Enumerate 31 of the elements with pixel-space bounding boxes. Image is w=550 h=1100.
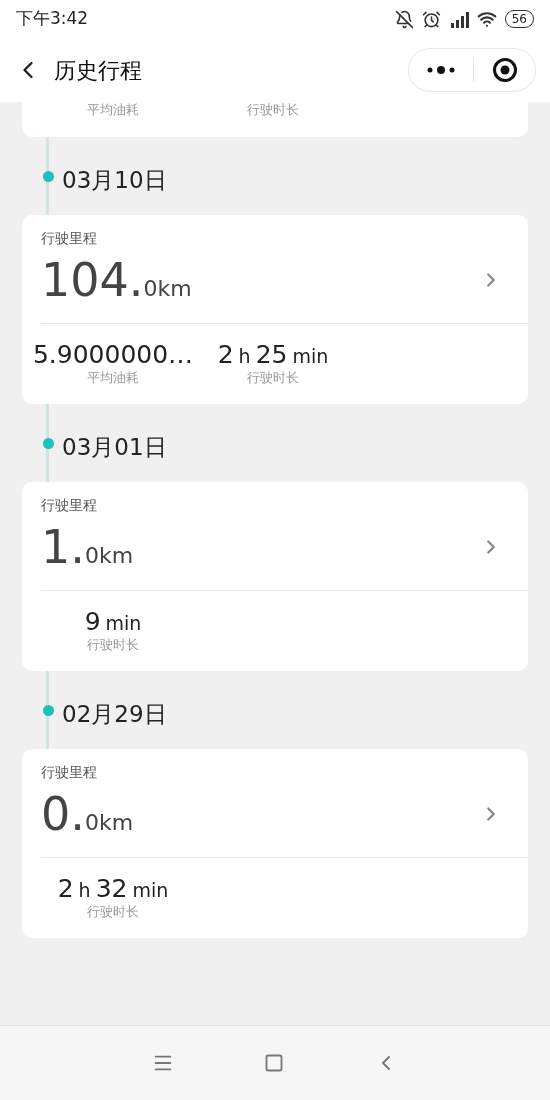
- stat-label: 行驶时长: [87, 638, 139, 651]
- alarm-clock-icon: [421, 9, 441, 29]
- distance-value: 104.0km: [41, 257, 192, 303]
- status-time: 下午3:42: [16, 7, 89, 31]
- stat-value: 2 h 32 min: [57, 876, 169, 901]
- distance-label: 行驶里程: [41, 765, 97, 779]
- stat-label: 行驶时长: [87, 905, 139, 918]
- distance-label: 行驶里程: [41, 231, 97, 245]
- trip-date: 02月29日: [62, 702, 167, 726]
- trip-card[interactable]: 行驶里程 1.0km 9 min 行驶时长: [22, 482, 528, 671]
- stat-value: 2 h 25 min: [217, 342, 329, 367]
- stat-label: 行驶时长: [247, 371, 299, 384]
- trip-date: 03月01日: [62, 435, 167, 459]
- stat-value: 5.9000000…: [32, 342, 194, 367]
- stat-label: 行驶时长: [247, 103, 299, 119]
- distance-label: 行驶里程: [41, 498, 97, 512]
- wifi-icon: [476, 9, 497, 29]
- home-icon[interactable]: [264, 1053, 284, 1073]
- stat-label: 平均油耗: [87, 103, 139, 119]
- trip-card[interactable]: 行驶里程 104.0km 5.9000000… 平均油耗 2 h 25 min 行驶时长: [22, 215, 528, 404]
- page-title: 历史行程: [54, 56, 142, 85]
- trip-card[interactable]: 行驶里程 0.0km 2 h 32 min 行驶时长: [22, 749, 528, 938]
- stat-label: 平均油耗: [87, 371, 139, 384]
- signal-icon: [448, 10, 469, 28]
- distance-value: 0.0km: [41, 791, 134, 837]
- more-icon[interactable]: [427, 66, 455, 74]
- bell-off-icon: [394, 9, 414, 29]
- distance-value: 1.0km: [41, 524, 134, 570]
- stat-value: 9 min: [84, 609, 142, 634]
- trip-date: 03月10日: [62, 168, 167, 192]
- target-icon[interactable]: [492, 57, 518, 83]
